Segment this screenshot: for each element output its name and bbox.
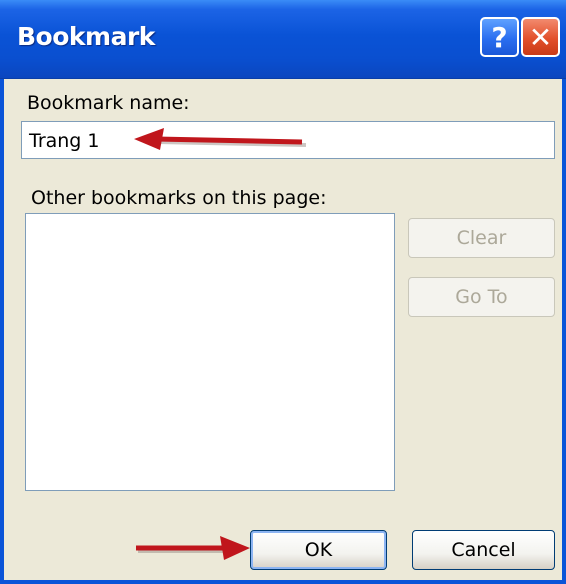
close-button[interactable]: ✕ [521, 17, 560, 57]
ok-button[interactable]: OK [250, 530, 387, 570]
question-icon: ? [491, 20, 508, 54]
close-icon: ✕ [528, 20, 553, 54]
annotation-arrow-ok [136, 536, 250, 560]
window-title: Bookmark [17, 22, 155, 51]
cancel-button[interactable]: Cancel [412, 530, 555, 570]
goto-button[interactable]: Go To [408, 277, 555, 317]
bookmark-name-value: Trang 1 [29, 130, 100, 152]
help-button[interactable]: ? [480, 17, 519, 57]
bookmark-name-label: Bookmark name: [27, 92, 190, 114]
other-bookmarks-label: Other bookmarks on this page: [31, 187, 327, 209]
clear-button[interactable]: Clear [408, 218, 555, 258]
other-bookmarks-list[interactable] [25, 213, 395, 491]
annotation-arrow-name [134, 128, 307, 150]
title-bar[interactable]: Bookmark ? ✕ [0, 0, 566, 79]
